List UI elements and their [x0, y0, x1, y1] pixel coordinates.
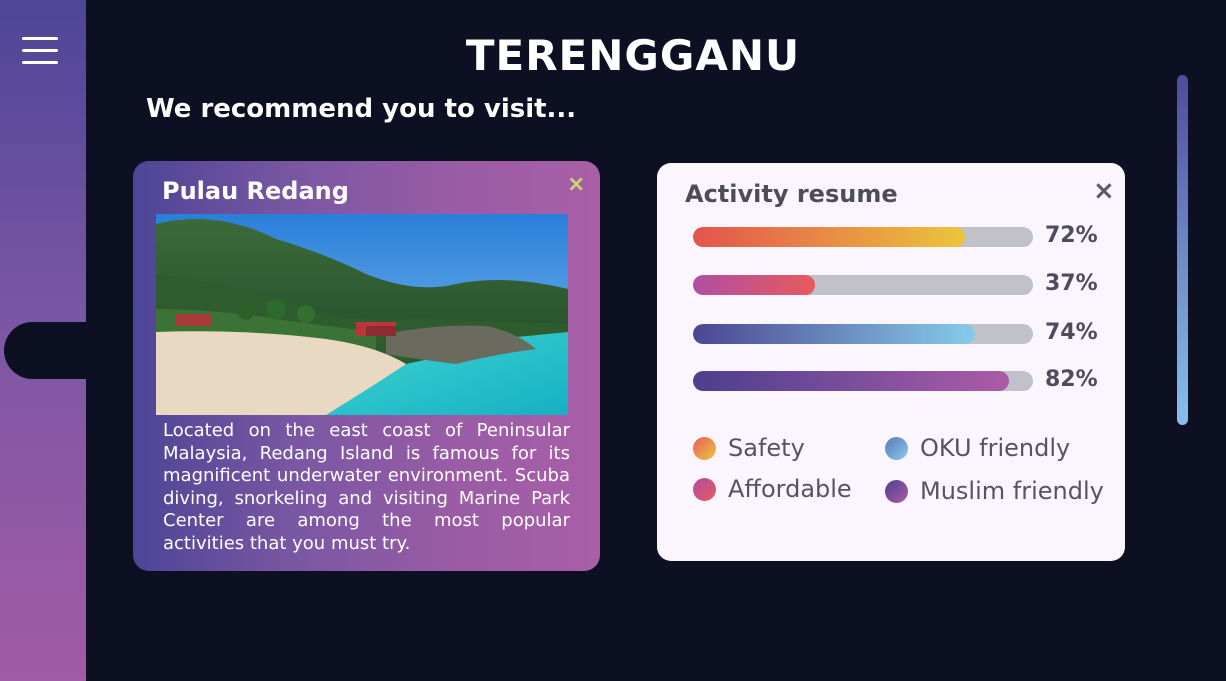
legend-safety: Safety	[693, 434, 805, 462]
progress-percent: 72%	[1045, 223, 1098, 248]
progress-percent: 74%	[1045, 320, 1098, 345]
activity-title: Activity resume	[685, 180, 898, 208]
page-title: TERENGGANU	[465, 31, 801, 80]
progress-fill	[693, 371, 1010, 391]
legend-label: OKU friendly	[920, 434, 1071, 462]
close-icon[interactable]: ×	[1093, 176, 1115, 206]
menu-line	[22, 61, 58, 64]
activity-bar-row: 72%	[693, 223, 1103, 249]
legend-dot-icon	[885, 479, 908, 503]
legend-label: Muslim friendly	[920, 477, 1104, 505]
place-photo	[156, 214, 568, 415]
activity-bar-row: 82%	[693, 367, 1103, 393]
legend-oku-friendly: OKU friendly	[885, 434, 1070, 462]
legend-affordable: Affordable	[693, 475, 852, 503]
progress-track	[693, 275, 1033, 295]
place-description: Located on the east coast of Peninsular …	[163, 420, 570, 554]
progress-percent: 82%	[1045, 367, 1098, 392]
progress-fill	[693, 324, 976, 344]
legend-dot-icon	[693, 436, 716, 460]
menu-line	[22, 49, 58, 52]
progress-track	[693, 227, 1033, 247]
activity-resume-card: Activity resume × 72% 37% 74% 82% Safety…	[657, 163, 1125, 561]
close-icon[interactable]: ×	[567, 172, 585, 197]
activity-bar-row: 37%	[693, 271, 1103, 297]
legend-label: Safety	[728, 434, 805, 462]
legend-dot-icon	[885, 436, 908, 460]
legend-dot-icon	[693, 477, 716, 501]
recommendation-heading: We recommend you to visit...	[146, 94, 577, 124]
activity-bar-row: 74%	[693, 320, 1103, 346]
progress-percent: 37%	[1045, 271, 1098, 296]
menu-line	[22, 37, 58, 40]
progress-track	[693, 371, 1033, 391]
legend-label: Affordable	[728, 475, 852, 503]
progress-fill	[693, 275, 816, 295]
side-tab-handle[interactable]	[4, 322, 90, 379]
hamburger-menu-icon[interactable]	[22, 37, 58, 67]
progress-track	[693, 324, 1033, 344]
legend-muslim-friendly: Muslim friendly	[885, 477, 1104, 505]
progress-fill	[693, 227, 965, 247]
place-card: Pulau Redang × Located on the east coast…	[133, 161, 600, 571]
vertical-scrollbar[interactable]	[1177, 75, 1188, 425]
place-name: Pulau Redang	[162, 177, 349, 205]
